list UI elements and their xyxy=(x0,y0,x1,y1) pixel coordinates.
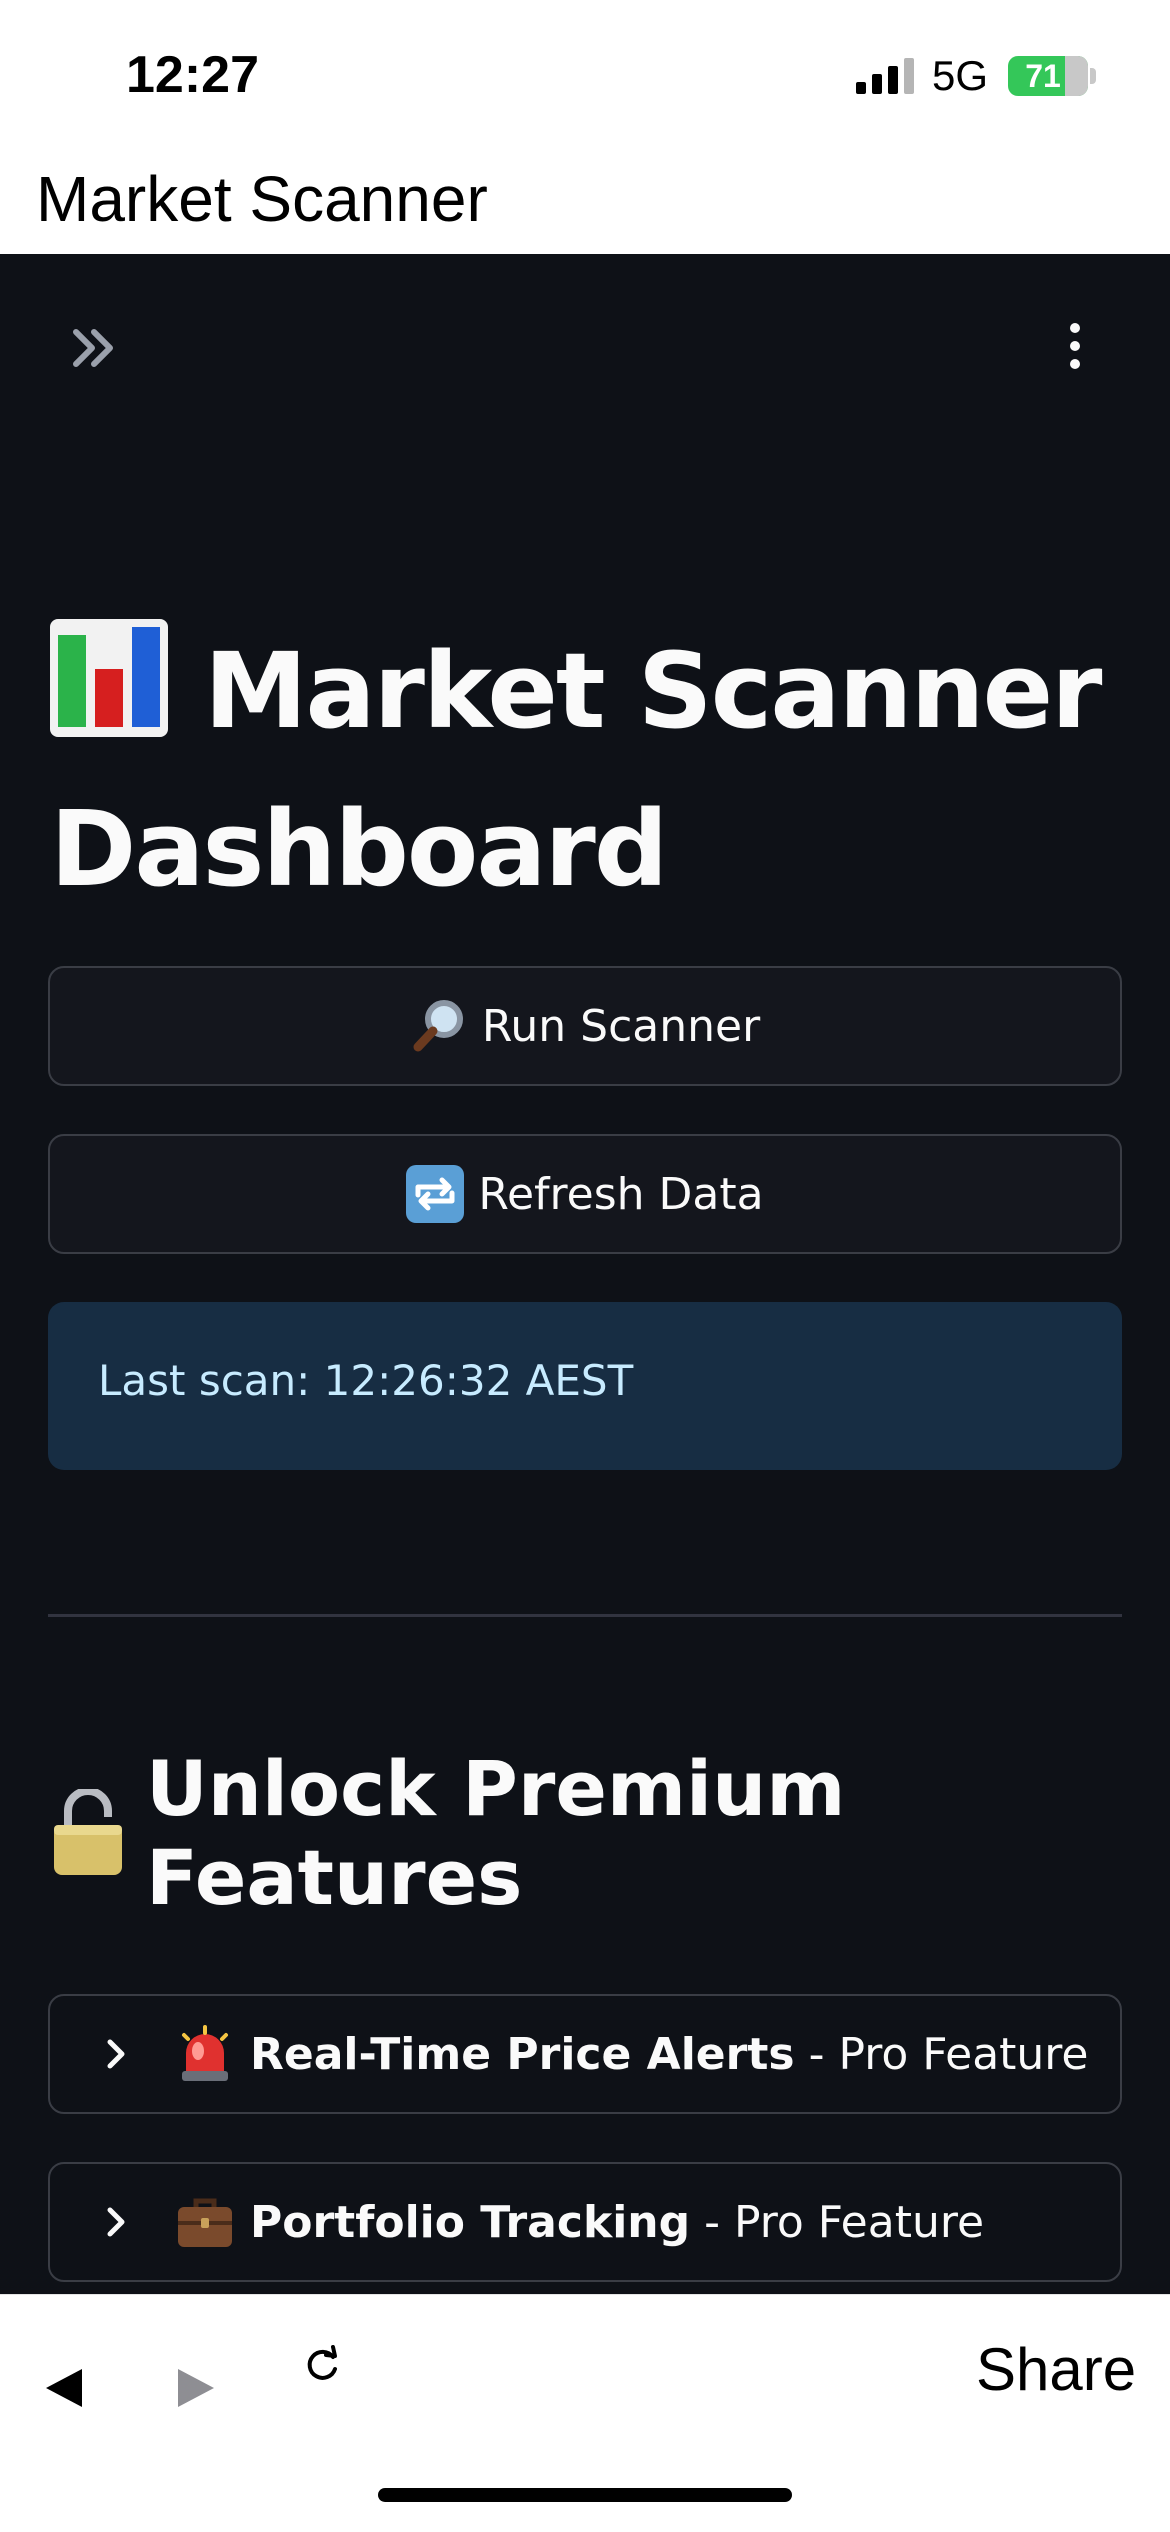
expander-portfolio-tracking[interactable]: Portfolio Tracking - Pro Feature xyxy=(48,2162,1122,2282)
section-divider xyxy=(48,1614,1122,1617)
app-viewport: Market Scanner Dashboard Run Scanner Ref… xyxy=(0,254,1170,2294)
last-scan-text: Last scan: 12:26:32 AEST xyxy=(98,1356,634,1405)
last-scan-info-box: Last scan: 12:26:32 AEST xyxy=(48,1302,1122,1470)
premium-section-title: Unlock Premium Features xyxy=(52,1744,1170,1922)
bar-chart-icon xyxy=(50,619,168,737)
run-scanner-label: Run Scanner xyxy=(481,1000,761,1052)
sidebar-expand-button[interactable] xyxy=(68,320,124,376)
battery-icon: 71 xyxy=(1008,56,1088,96)
reload-button[interactable] xyxy=(302,2345,342,2385)
refresh-data-button[interactable]: Refresh Data xyxy=(48,1134,1122,1254)
share-button[interactable]: Share xyxy=(976,2335,1136,2404)
lock-icon xyxy=(52,1787,124,1877)
reload-icon xyxy=(307,2345,337,2380)
siren-icon xyxy=(176,2025,234,2083)
expander-portfolio-tracking-title: Portfolio Tracking xyxy=(250,2196,691,2248)
main-menu-button[interactable] xyxy=(1060,320,1090,376)
expander-price-alerts-title: Real-Time Price Alerts xyxy=(250,2028,795,2080)
kebab-menu-icon xyxy=(1070,323,1080,369)
forward-arrow-icon xyxy=(178,2369,214,2407)
status-bar: 12:27 5G 71 xyxy=(0,0,1170,150)
magnifying-glass-icon xyxy=(410,997,468,1055)
chevron-right-icon xyxy=(107,2207,125,2237)
premium-title-text: Unlock Premium Features xyxy=(146,1744,846,1922)
page-title-bar: Market Scanner xyxy=(0,150,1170,254)
chevron-right-icon xyxy=(107,2039,125,2069)
status-time: 12:27 xyxy=(126,46,259,104)
battery-tip xyxy=(1090,68,1096,84)
briefcase-icon xyxy=(176,2193,234,2251)
home-indicator xyxy=(378,2488,792,2502)
back-button[interactable] xyxy=(40,2363,90,2413)
expander-price-alerts[interactable]: Real-Time Price Alerts - Pro Feature xyxy=(48,1994,1122,2114)
repeat-icon xyxy=(406,1165,465,1223)
double-chevron-right-icon xyxy=(73,329,113,367)
run-scanner-button[interactable]: Run Scanner xyxy=(48,966,1122,1086)
expander-portfolio-tracking-suffix: - Pro Feature xyxy=(704,2196,985,2248)
page-title: Market Scanner xyxy=(36,163,488,235)
battery-percentage: 71 xyxy=(1025,58,1061,94)
dashboard-title-text: Market Scanner Dashboard xyxy=(50,630,1102,910)
expander-price-alerts-suffix: - Pro Feature xyxy=(808,2028,1089,2080)
cellular-signal-icon xyxy=(856,58,914,94)
refresh-data-label: Refresh Data xyxy=(478,1168,764,1220)
network-type: 5G xyxy=(932,52,989,99)
forward-button[interactable] xyxy=(170,2363,220,2413)
dashboard-title: Market Scanner Dashboard xyxy=(50,612,1130,928)
back-arrow-icon xyxy=(46,2369,82,2407)
